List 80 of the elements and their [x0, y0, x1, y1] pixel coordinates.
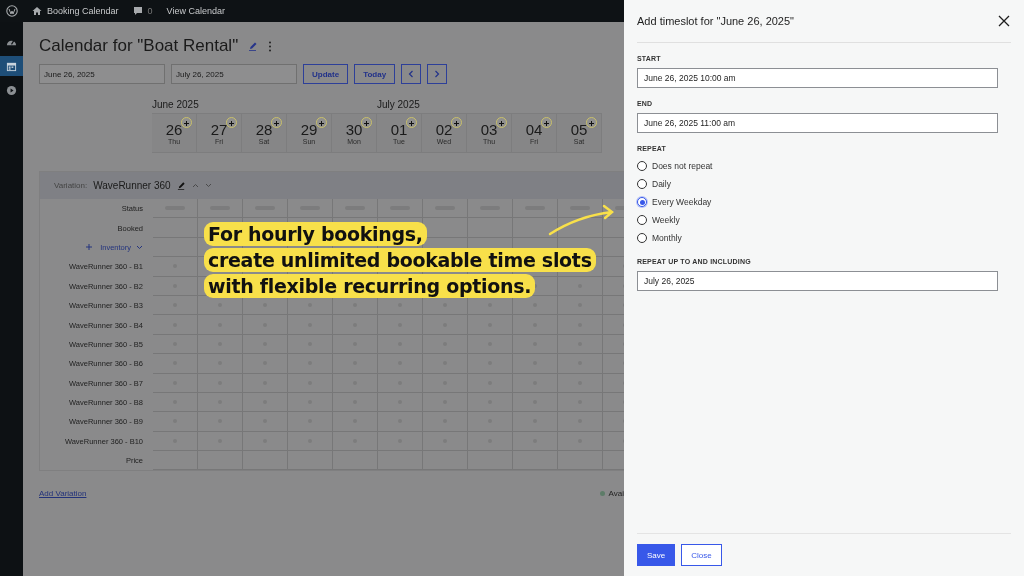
day-number: 05 [570, 121, 588, 138]
repeat-option[interactable]: Does not repeat [637, 158, 1011, 174]
callout-text: create unlimited bookable time slots [204, 248, 596, 272]
end-date-field[interactable]: July 26, 2025 [171, 64, 297, 84]
chevron-down-icon [136, 244, 143, 250]
previous-button[interactable] [401, 64, 422, 84]
day-number: 28 [255, 121, 273, 138]
add-timeslot-button[interactable] [496, 117, 507, 128]
start-date-field[interactable]: June 26, 2025 [39, 64, 165, 84]
repeat-option[interactable]: Daily [637, 176, 1011, 192]
add-timeslot-button[interactable] [451, 117, 462, 128]
add-timeslot-button[interactable] [316, 117, 327, 128]
more-icon[interactable] [268, 40, 273, 52]
radio-button[interactable] [637, 179, 647, 189]
add-timeslot-button[interactable] [586, 117, 597, 128]
site-name-link[interactable]: Booking Calendar [47, 6, 119, 16]
chevron-right-icon [434, 70, 441, 78]
plus-icon [499, 121, 504, 126]
pencil-icon[interactable] [176, 181, 186, 190]
next-button[interactable] [427, 64, 448, 84]
radio-button[interactable] [637, 233, 647, 243]
day-number: 26 [165, 121, 183, 138]
month-label: July 2025 [377, 99, 421, 112]
variation-name: WaveRunner 360 [93, 180, 171, 191]
repeat-option[interactable]: Monthly [637, 230, 1011, 246]
plus-icon [544, 121, 549, 126]
day-number: 03 [480, 121, 498, 138]
legend-label: Avai [608, 489, 624, 499]
close-icon [997, 14, 1011, 28]
add-timeslot-button[interactable] [271, 117, 282, 128]
callout-text: For hourly bookings, [204, 222, 427, 246]
end-field[interactable]: June 26, 2025 11:00 am [637, 113, 998, 133]
repeat-until-field[interactable]: July 26, 2025 [637, 271, 998, 291]
plus-icon [319, 121, 324, 126]
day-number: 30 [345, 121, 363, 138]
repeat-option[interactable]: Weekly [637, 212, 1011, 228]
repeat-option[interactable]: Every Weekday [637, 194, 1011, 210]
plus-icon [454, 121, 459, 126]
close-button[interactable]: Close [681, 544, 722, 566]
comment-count: 0 [147, 6, 153, 16]
plus-icon [364, 121, 369, 126]
day-number: 01 [390, 121, 408, 138]
plus-icon [86, 244, 93, 251]
add-timeslot-button[interactable] [181, 117, 192, 128]
add-timeslot-button[interactable] [226, 117, 237, 128]
add-variation-link[interactable]: Add Variation [39, 489, 87, 499]
radio-button[interactable] [637, 161, 647, 171]
day-number: 04 [525, 121, 543, 138]
wordpress-logo-icon[interactable] [6, 5, 18, 17]
close-button[interactable] [997, 14, 1011, 28]
view-calendar-link[interactable]: View Calendar [166, 6, 225, 16]
legend-dot [599, 491, 605, 497]
start-field[interactable]: June 26, 2025 10:00 am [637, 68, 998, 88]
plus-icon [229, 121, 234, 126]
home-icon[interactable] [32, 6, 42, 16]
add-timeslot-button[interactable] [541, 117, 552, 128]
add-timeslot-button[interactable] [406, 117, 417, 128]
day-number: 02 [435, 121, 453, 138]
chevron-left-icon [408, 70, 415, 78]
comment-icon[interactable] [132, 6, 143, 16]
panel-title: Add timeslot for "June 26, 2025" [637, 15, 794, 27]
callout-text: with flexible recurring options. [204, 274, 536, 298]
add-timeslot-button[interactable] [361, 117, 372, 128]
add-inventory-button[interactable] [86, 244, 93, 251]
plus-icon [409, 121, 414, 126]
plus-icon [184, 121, 189, 126]
calendar-icon[interactable] [6, 60, 17, 72]
save-button[interactable]: Save [637, 544, 676, 566]
arrow-icon [548, 204, 616, 236]
plus-icon [589, 121, 594, 126]
radio-button[interactable] [637, 215, 647, 225]
page-title: Calendar for "Boat Rental" [39, 36, 239, 56]
pencil-icon[interactable] [248, 41, 259, 51]
day-number: 29 [300, 121, 318, 138]
plus-icon [274, 121, 279, 126]
day-number: 27 [210, 121, 228, 138]
radio-button[interactable] [637, 197, 647, 207]
sidebar-item[interactable] [0, 56, 23, 76]
play-icon[interactable] [6, 84, 17, 96]
month-label: June 2025 [152, 99, 200, 112]
